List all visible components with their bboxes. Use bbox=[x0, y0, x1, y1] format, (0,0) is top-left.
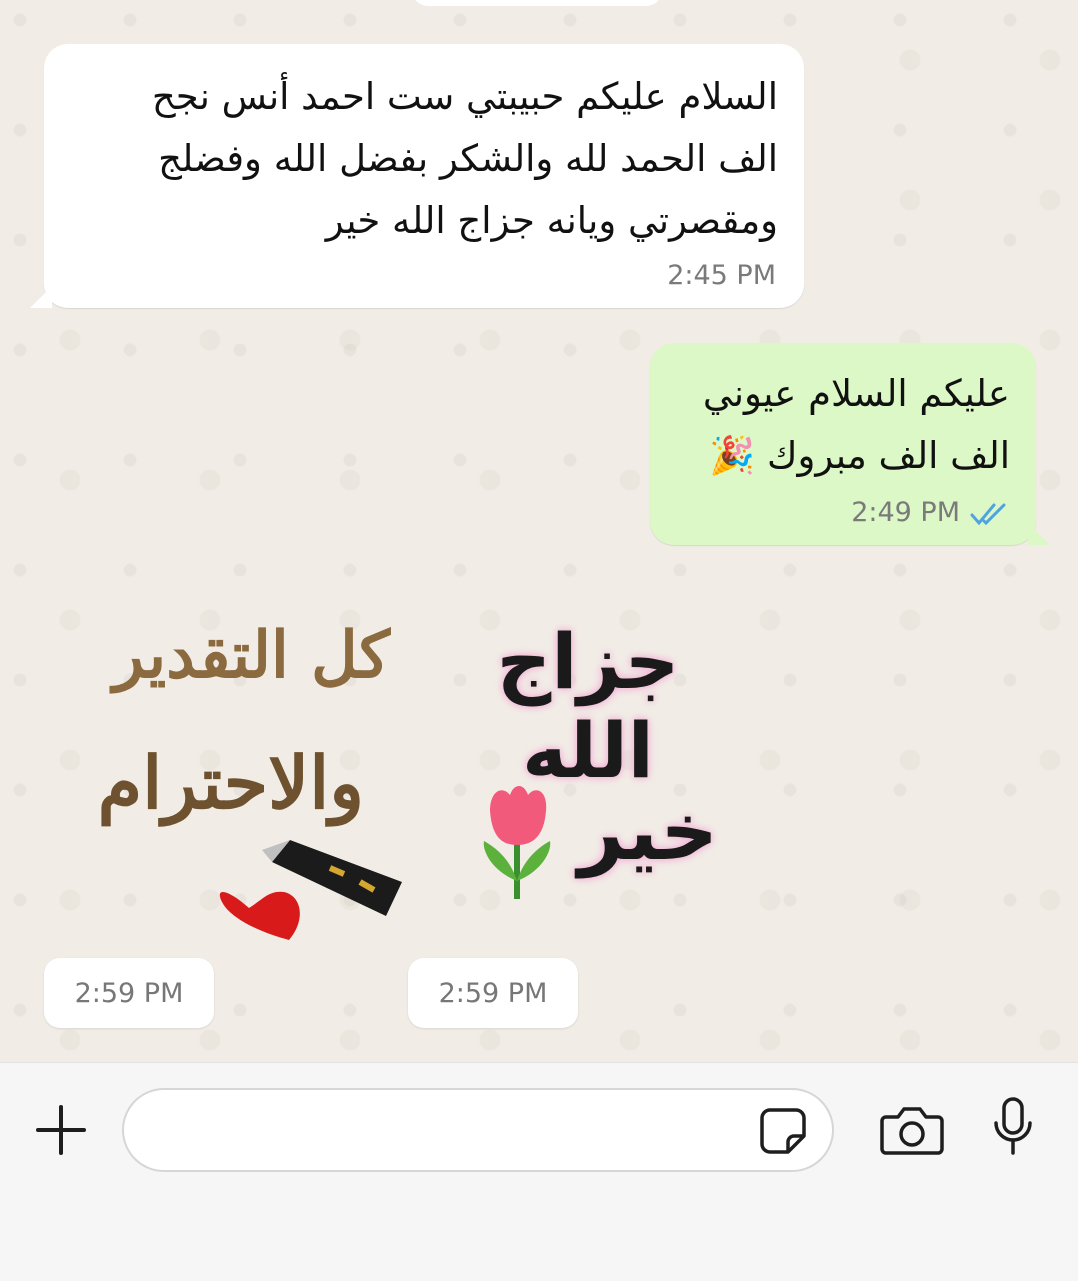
message-line: الف الحمد لله والشكر بفضل الله وفضلج bbox=[158, 137, 778, 180]
incoming-message[interactable]: السلام عليكم حبيبتي ست احمد أنس نجح الف … bbox=[30, 44, 804, 308]
message-line: السلام عليكم حبيبتي ست احمد أنس نجح bbox=[151, 75, 778, 118]
message-line: ومقصرتي ويانه جزاج الله خير bbox=[325, 199, 778, 242]
outgoing-message[interactable]: عليكم السلام عيوني الف الف مبروك 🎉 2:49 … bbox=[650, 343, 1050, 545]
camera-icon[interactable] bbox=[880, 1103, 944, 1155]
message-text: عليكم السلام عيوني الف الف مبروك 🎉 bbox=[670, 363, 1010, 487]
sticker-time: 2:59 PM bbox=[44, 958, 214, 1028]
sticker-icon[interactable] bbox=[758, 1106, 808, 1156]
message-time: 2:49 PM bbox=[851, 497, 960, 528]
sticker-text-line: كل التقدير bbox=[113, 618, 390, 693]
message-time: 2:45 PM bbox=[667, 260, 776, 291]
bubble-tail bbox=[1028, 523, 1050, 545]
message-input[interactable] bbox=[122, 1088, 834, 1172]
previous-message-edge bbox=[412, 0, 662, 6]
sticker-time: 2:59 PM bbox=[408, 958, 578, 1028]
message-line: الف الف مبروك 🎉 bbox=[709, 434, 1010, 477]
message-line: عليكم السلام عيوني bbox=[702, 372, 1010, 415]
sticker-thanks[interactable]: جزاج الله خير bbox=[412, 605, 772, 905]
sticker-text-line: خير bbox=[578, 785, 719, 878]
message-text: السلام عليكم حبيبتي ست احمد أنس نجح الف … bbox=[58, 66, 778, 252]
sticker-text-line: جزاج الله bbox=[496, 617, 680, 795]
plus-icon[interactable] bbox=[34, 1103, 88, 1157]
microphone-icon[interactable] bbox=[988, 1095, 1038, 1159]
tulip-icon bbox=[483, 786, 551, 899]
sticker-text-line: والاحترام bbox=[97, 740, 364, 825]
sticker-appreciation[interactable]: كل التقدير والاحترام bbox=[44, 600, 404, 950]
read-receipt-icon bbox=[970, 503, 1006, 526]
message-composer bbox=[0, 1062, 1078, 1281]
bubble-tail bbox=[30, 286, 52, 308]
